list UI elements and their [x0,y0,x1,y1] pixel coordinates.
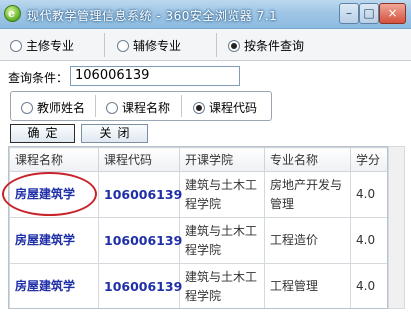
radio-minor-label: 辅修专业 [133,39,182,53]
query-input[interactable]: 106006139 [70,66,240,86]
header-credit[interactable]: 学分 [350,147,387,172]
radio-course-name[interactable]: 课程名称 [106,99,170,116]
course-code-cell: 106006139 [98,217,182,264]
query-label: 查询条件： [8,71,69,85]
radio-by-condition[interactable]: 按条件查询 [228,37,304,54]
divider [104,33,105,57]
radio-major[interactable]: 主修专业 [10,37,74,54]
search-by-group: 教师姓名 课程名称 课程代码 [10,91,272,121]
divider [216,33,217,57]
window-bottom [0,312,411,322]
results-table: 课程名称 课程代码 开课学院 专业名称 学分 房屋建筑学 106006139 建… [9,147,387,308]
highlight-ellipse [2,172,97,216]
credit-cell: 4.0 [350,263,387,308]
divider [181,95,182,117]
confirm-button[interactable]: 确定 [10,124,75,143]
header-college[interactable]: 开课学院 [179,147,265,172]
divider [95,95,96,117]
course-name-link[interactable]: 房屋建筑学 [9,217,99,264]
results-table-container: 课程名称 课程代码 开课学院 专业名称 学分 房屋建筑学 106006139 建… [8,146,388,309]
maximize-button[interactable]: □ [359,3,379,24]
radio-by-condition-label: 按条件查询 [244,39,305,53]
radio-minor[interactable]: 辅修专业 [117,37,181,54]
radio-teacher-name-dot[interactable] [21,101,33,114]
major-cell: 工程造价 [264,217,351,264]
course-code-cell: 106006139 [98,171,182,218]
title-bar: e 现代教学管理信息系统 - 360安全浏览器 7.1 – □ × [0,0,411,29]
major-cell: 工程管理 [264,263,351,308]
radio-minor-dot[interactable] [117,39,129,52]
radio-teacher-name-label: 教师姓名 [37,101,86,115]
college-cell: 建筑与土木工程学院 [179,263,265,308]
credit-cell: 4.0 [350,171,387,218]
course-code-cell: 106006139 [98,263,182,308]
major-cell: 房地产开发与管理 [264,171,351,218]
close-window-button[interactable]: × [379,3,406,24]
table-header-row: 课程名称 课程代码 开课学院 专业名称 学分 [9,147,387,172]
window-title: 现代教学管理信息系统 - 360安全浏览器 7.1 [27,9,278,23]
radio-major-dot[interactable] [10,39,22,52]
radio-major-label: 主修专业 [26,39,75,53]
table-row: 房屋建筑学 106006139 建筑与土木工程学院 工程造价 4.0 [9,217,387,264]
browser-logo-icon: e [4,5,21,22]
college-cell: 建筑与土木工程学院 [179,171,265,218]
table-row: 房屋建筑学 106006139 建筑与土木工程学院 工程管理 4.0 [9,263,387,308]
course-name-link[interactable]: 房屋建筑学 [9,263,99,308]
radio-course-code[interactable]: 课程代码 [193,99,257,116]
minimize-button[interactable]: – [339,3,359,24]
close-button[interactable]: 关闭 [81,124,148,143]
radio-by-condition-dot[interactable] [228,39,240,52]
header-major[interactable]: 专业名称 [264,147,351,172]
college-cell: 建筑与土木工程学院 [179,217,265,264]
header-course-code[interactable]: 课程代码 [98,147,180,172]
radio-course-name-dot[interactable] [106,101,118,114]
radio-course-code-dot[interactable] [193,101,205,114]
radio-teacher-name[interactable]: 教师姓名 [21,99,85,116]
radio-course-code-label: 课程代码 [209,101,258,115]
vertical-scrollbar[interactable] [388,146,405,309]
header-course-name[interactable]: 课程名称 [9,147,99,172]
major-type-options: 主修专业 辅修专业 按条件查询 [0,29,411,61]
credit-cell: 4.0 [350,217,387,264]
radio-course-name-label: 课程名称 [122,101,171,115]
